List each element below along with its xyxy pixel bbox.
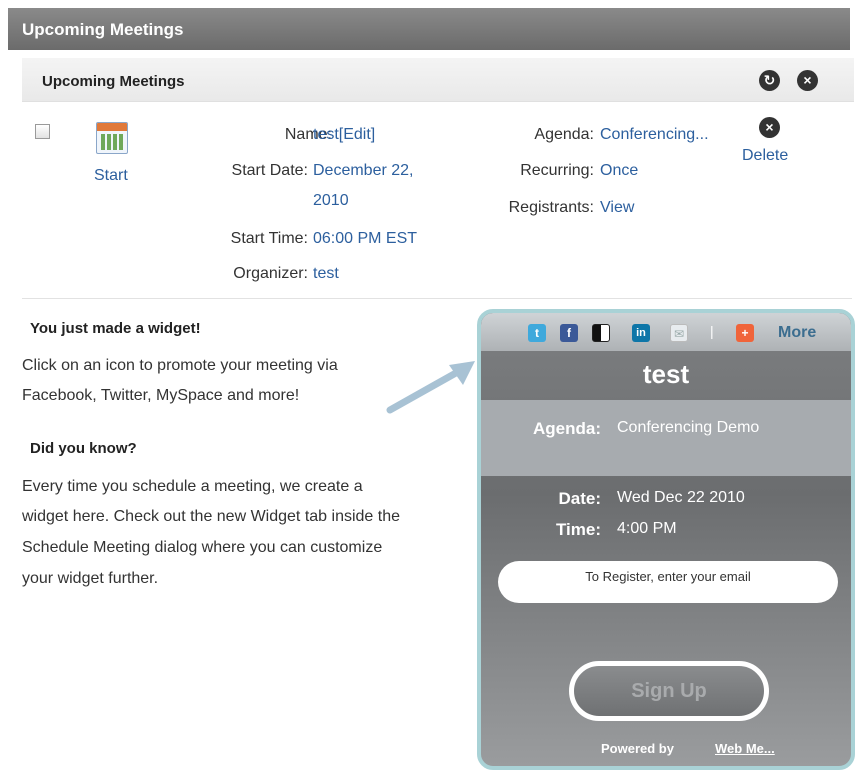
widget-time-value: 4:00 PM [617, 520, 677, 537]
start-date-value-year: 2010 [313, 192, 349, 209]
close-icon[interactable]: × [797, 70, 818, 91]
facebook-icon[interactable]: f [560, 324, 578, 342]
section-header: Upcoming Meetings ↻ × [22, 58, 854, 102]
powered-by-link[interactable]: Web Me... [715, 741, 775, 756]
meeting-widget: t f in ✉ | + More test Agenda: Conferenc… [477, 309, 855, 770]
delete-meeting-link[interactable]: Delete [742, 147, 788, 165]
widget-agenda-label: Agenda: [533, 419, 601, 438]
recurring-value: Once [600, 162, 639, 179]
promo-text-line: Click on an icon to promote your meeting… [22, 357, 338, 374]
promo-text-line: widget here. Check out the new Widget ta… [22, 508, 400, 525]
promo-text-line: Schedule Meeting dialog where you can cu… [22, 539, 383, 556]
promo-text-line: Every time you schedule a meeting, we cr… [22, 478, 363, 495]
twitter-icon[interactable]: t [528, 324, 546, 342]
widget-title: test [642, 359, 690, 389]
start-date-label: Start Date: [231, 162, 308, 179]
divider [22, 298, 852, 299]
widget-date-label: Date: [558, 489, 601, 508]
start-meeting-link[interactable]: Start [94, 167, 128, 185]
powered-by-label: Powered by [601, 741, 674, 756]
organizer-label: Organizer: [233, 265, 308, 282]
start-time-label: Start Time: [230, 230, 308, 247]
name-label: Name: [284, 126, 332, 143]
separator: | [710, 323, 714, 339]
calendar-icon[interactable] [96, 122, 128, 154]
agenda-label: Agenda: [534, 126, 594, 143]
promo-text-line: Facebook, Twitter, MySpace and more! [22, 387, 300, 404]
section-title: Upcoming Meetings [42, 73, 185, 90]
name-value-link[interactable]: test[Edit] [313, 126, 375, 144]
addthis-icon[interactable]: + [736, 324, 754, 342]
register-email-input[interactable] [498, 561, 838, 603]
delete-icon[interactable]: × [759, 117, 780, 138]
email-icon[interactable]: ✉ [670, 324, 688, 342]
registrants-label: Registrants: [508, 199, 594, 216]
promo-text-line: your widget further. [22, 570, 159, 587]
social-bar: t f in ✉ | + More [481, 313, 851, 351]
window-title: Upcoming Meetings [22, 20, 184, 39]
widget-heading: You just made a widget! [30, 320, 201, 337]
recurring-label: Recurring: [520, 162, 594, 179]
agenda-value-link[interactable]: Conferencing... [600, 126, 709, 144]
meeting-select-checkbox[interactable] [35, 124, 50, 139]
window-header: Upcoming Meetings [8, 8, 850, 50]
more-link[interactable]: More [778, 324, 816, 342]
did-you-know-heading: Did you know? [30, 440, 137, 457]
agenda-band: Agenda: Conferencing Demo [481, 400, 851, 476]
registrants-view-link[interactable]: View [600, 199, 634, 217]
widget-date-value: Wed Dec 22 2010 [617, 489, 745, 506]
widget-agenda-value: Conferencing Demo [617, 419, 760, 436]
delicious-icon[interactable] [592, 324, 610, 342]
arrow-icon [386, 361, 475, 414]
widget-time-label: Time: [555, 520, 601, 539]
sign-up-button[interactable]: Sign Up [569, 661, 769, 721]
linkedin-icon[interactable]: in [632, 324, 650, 342]
start-date-value: December 22, [313, 162, 414, 179]
organizer-value-link[interactable]: test [313, 265, 339, 283]
refresh-icon[interactable]: ↻ [759, 70, 780, 91]
start-time-value: 06:00 PM EST [313, 230, 418, 247]
